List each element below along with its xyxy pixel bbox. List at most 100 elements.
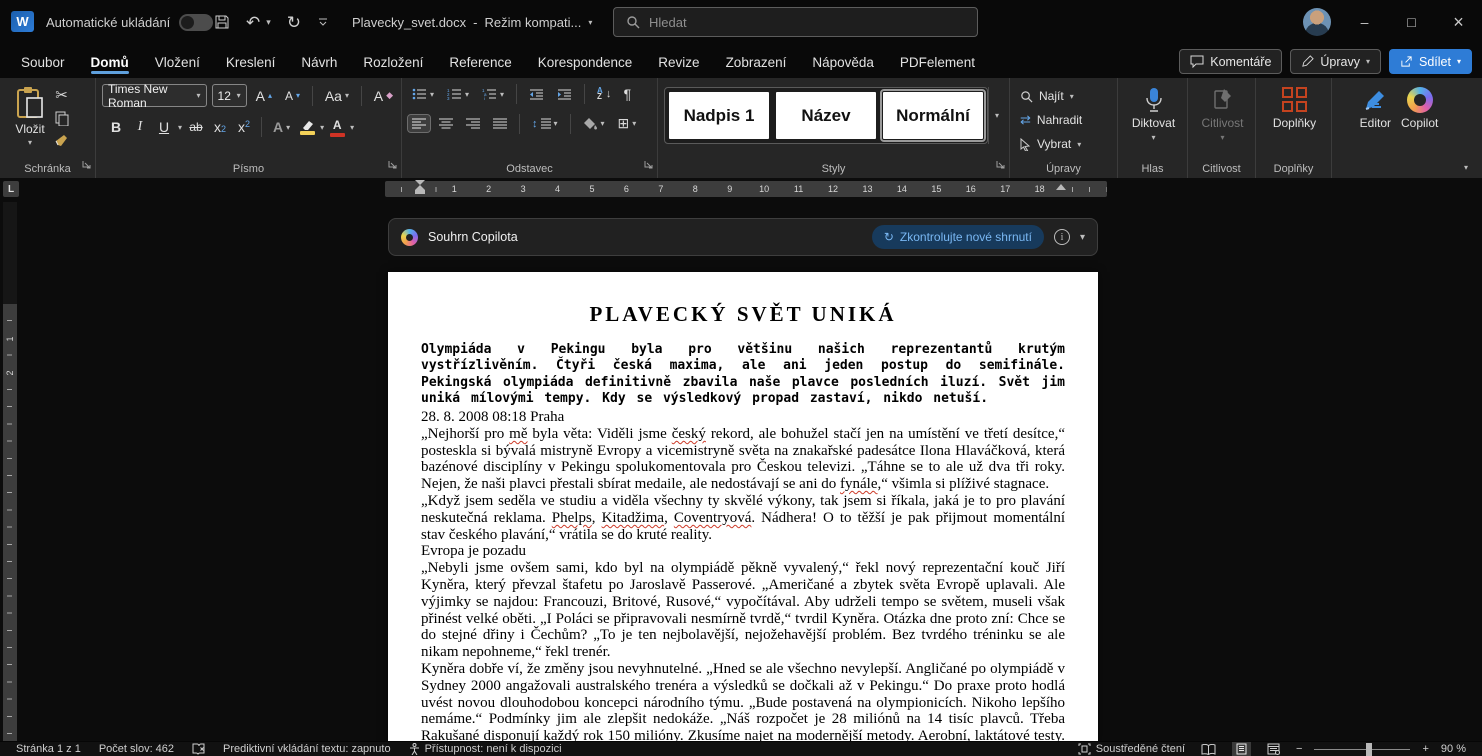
align-right-button[interactable]	[462, 115, 484, 132]
ribbon-tab[interactable]: Reference	[436, 47, 524, 76]
web-layout-button[interactable]	[1263, 742, 1284, 756]
text-effects-button[interactable]: A ▾	[269, 116, 294, 138]
share-button[interactable]: Sdílet ▾	[1389, 49, 1472, 74]
styles-more-button[interactable]: ▾	[988, 87, 1005, 144]
numbering-button[interactable]: 123 ▾	[443, 85, 473, 103]
minimize-button[interactable]: –	[1341, 0, 1388, 44]
word-count[interactable]: Počet slov: 462	[99, 743, 174, 755]
zoom-in-button[interactable]: +	[1422, 743, 1428, 755]
underline-chevron-icon[interactable]: ▾	[178, 123, 182, 132]
paragraph-dialog-launcher-icon[interactable]	[643, 156, 653, 174]
undo-chevron-icon[interactable]: ▾	[266, 17, 271, 28]
superscript-button[interactable]: x2	[234, 119, 254, 135]
justify-button[interactable]	[489, 115, 511, 132]
save-icon[interactable]	[214, 14, 230, 30]
vertical-ruler[interactable]: 1 2	[3, 202, 17, 742]
bold-button[interactable]: B	[106, 119, 126, 135]
redo-icon[interactable]: ↻	[287, 14, 301, 31]
editing-mode-button[interactable]: Úpravy ▾	[1290, 49, 1382, 74]
align-left-button[interactable]	[407, 114, 431, 133]
clipboard-dialog-launcher-icon[interactable]	[81, 156, 91, 174]
ribbon-tab[interactable]: Kreslení	[213, 47, 289, 76]
comments-button[interactable]: Komentáře	[1179, 49, 1283, 74]
font-size-select[interactable]: 12 ▾	[211, 84, 247, 107]
paste-button[interactable]: Vložit ▾	[6, 84, 54, 160]
font-color-button[interactable]: A	[328, 118, 346, 137]
strikethrough-button[interactable]: ab	[186, 120, 206, 134]
italic-button[interactable]: I	[130, 119, 150, 135]
horizontal-ruler[interactable]: 1 2 3 4 5 6 7 8 9 10 11 12 13 14 15 16 17 18	[385, 180, 1107, 198]
format-painter-icon[interactable]	[54, 134, 69, 148]
close-button[interactable]: ×	[1435, 0, 1482, 44]
zoom-slider-thumb[interactable]	[1366, 742, 1373, 756]
increase-indent-button[interactable]	[553, 85, 576, 103]
document-page[interactable]: PLAVECKÝ SVĚT UNIKÁ Olympiáda v Pekingu …	[388, 272, 1098, 742]
styles-dialog-launcher-icon[interactable]	[995, 156, 1005, 174]
font-family-select[interactable]: Times New Roman ▾	[102, 82, 207, 110]
predictive-text-status[interactable]: Prediktivní vkládání textu: zapnuto	[223, 743, 391, 755]
multilevel-list-button[interactable]: 1ai ▾	[478, 85, 508, 103]
find-button[interactable]: Najít ▾	[1020, 84, 1113, 108]
change-case-button[interactable]: Aa ▾	[321, 85, 353, 107]
editor-button[interactable]: Editor	[1360, 84, 1391, 160]
borders-button[interactable]: ⊞ ▾	[614, 112, 641, 135]
ribbon-tab[interactable]: Korespondence	[525, 47, 646, 76]
sensitivity-button[interactable]: Citlivost ▾	[1194, 84, 1251, 142]
underline-button[interactable]: U	[154, 119, 174, 135]
copy-icon[interactable]	[55, 111, 69, 126]
bullets-button[interactable]: ▾	[408, 85, 438, 103]
grow-font-button[interactable]: A ▴	[252, 85, 276, 107]
align-center-button[interactable]	[435, 115, 457, 132]
search-input[interactable]	[649, 14, 965, 30]
highlight-chevron-icon[interactable]: ▾	[320, 123, 324, 132]
page-indicator[interactable]: Stránka 1 z 1	[16, 743, 81, 755]
ribbon-tab[interactable]: Domů	[78, 47, 142, 76]
right-indent-marker[interactable]	[1056, 184, 1066, 190]
word-app-icon[interactable]: W	[11, 11, 34, 32]
zoom-level[interactable]: 90 %	[1441, 743, 1466, 755]
zoom-out-button[interactable]: −	[1296, 743, 1302, 755]
clear-formatting-button[interactable]: A ◆	[370, 85, 397, 107]
ribbon-tab[interactable]: PDFelement	[887, 47, 988, 76]
focus-mode-button[interactable]: Soustředěné čtení	[1078, 743, 1185, 755]
highlight-color-button[interactable]	[298, 120, 316, 135]
font-color-chevron-icon[interactable]: ▾	[350, 123, 354, 132]
title-chevron-icon[interactable]: ▾	[588, 18, 592, 27]
shading-button[interactable]: ▾	[579, 114, 609, 133]
undo-icon[interactable]: ↶	[246, 14, 260, 31]
shrink-font-button[interactable]: A ▾	[281, 86, 304, 106]
read-mode-button[interactable]	[1197, 742, 1220, 756]
indent-marker[interactable]	[414, 180, 425, 198]
document-title[interactable]: Plavecky_svet.docx	[352, 15, 466, 30]
style-card[interactable]: Normální	[880, 89, 986, 142]
accessibility-status[interactable]: Přístupnost: není k dispozici	[409, 743, 562, 755]
ribbon-tab[interactable]: Zobrazení	[713, 47, 800, 76]
proofing-errors-icon[interactable]	[192, 743, 205, 755]
info-icon[interactable]: i	[1053, 229, 1070, 245]
ribbon-tab[interactable]: Vložení	[142, 47, 213, 76]
show-formatting-button[interactable]: ¶	[620, 86, 634, 102]
ribbon-tab[interactable]: Revize	[645, 47, 712, 76]
print-layout-button[interactable]	[1232, 742, 1252, 756]
style-card[interactable]: Název	[776, 92, 876, 139]
collapse-summary-icon[interactable]: ▾	[1080, 232, 1085, 243]
style-card[interactable]: Nadpis 1	[669, 92, 769, 139]
select-button[interactable]: Vybrat ▾	[1020, 132, 1113, 156]
check-new-summary-button[interactable]: ↻ Zkontrolujte nové shrnutí	[871, 225, 1044, 249]
ribbon-tab[interactable]: Nápověda	[799, 47, 887, 76]
subscript-button[interactable]: x2	[210, 119, 230, 135]
copilot-button[interactable]: Copilot	[1401, 84, 1438, 160]
maximize-button[interactable]: □	[1388, 0, 1435, 44]
customize-quick-access-icon[interactable]	[317, 16, 329, 28]
dictate-button[interactable]: Diktovat ▾	[1124, 84, 1183, 142]
ribbon-tab[interactable]: Soubor	[8, 47, 78, 76]
user-avatar[interactable]	[1303, 8, 1331, 36]
zoom-slider[interactable]	[1314, 742, 1411, 756]
sort-button[interactable]: AZ ↓	[593, 85, 615, 103]
line-spacing-button[interactable]: ↕ ▾	[528, 115, 562, 133]
replace-button[interactable]: ⇄ Nahradit	[1020, 108, 1113, 132]
addins-button[interactable]: Doplňky	[1262, 84, 1327, 130]
autosave-toggle[interactable]	[179, 13, 214, 31]
collapse-ribbon-icon[interactable]: ▾	[1464, 163, 1468, 172]
cut-icon[interactable]: ✂	[55, 88, 68, 103]
